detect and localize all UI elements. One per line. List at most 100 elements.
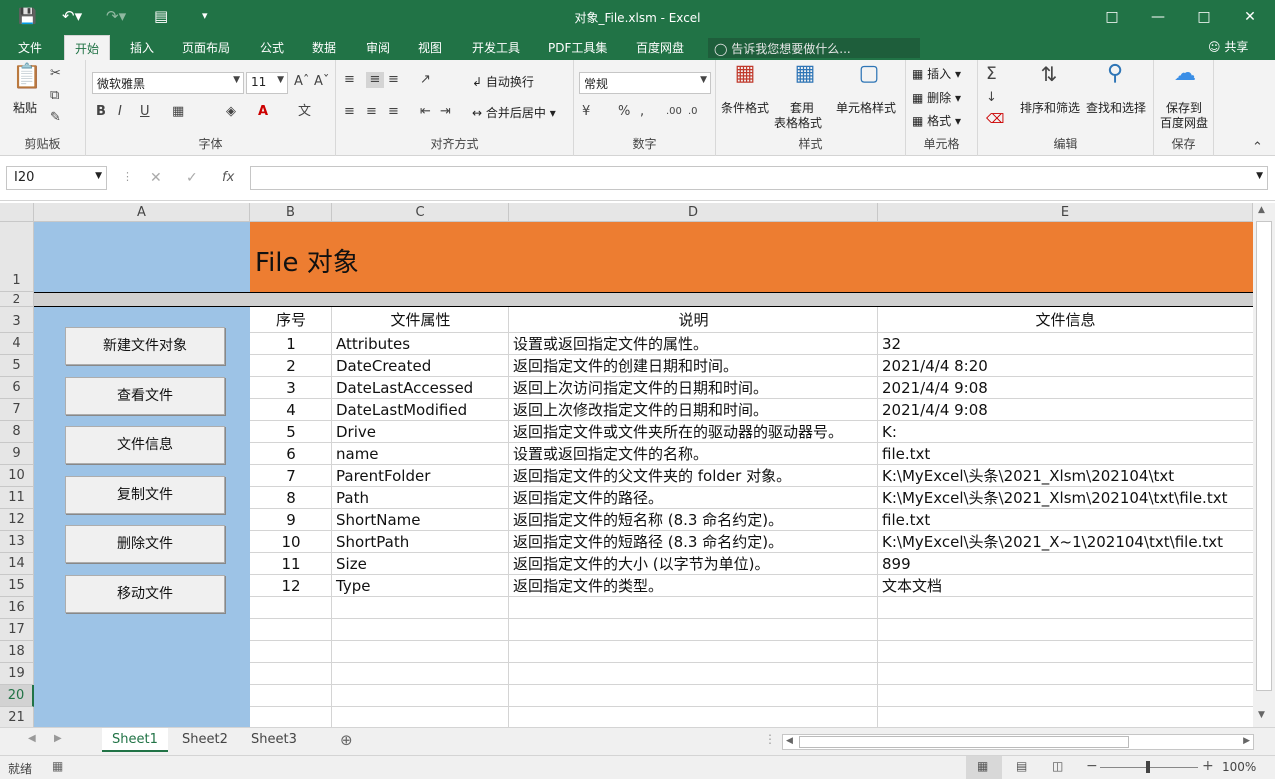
fill-icon[interactable]: ↓: [986, 90, 997, 106]
row-property[interactable]: DateLastModified: [332, 399, 509, 421]
row-header[interactable]: 2: [0, 292, 34, 307]
scroll-thumb[interactable]: [1256, 221, 1272, 691]
row-index[interactable]: 9: [250, 509, 332, 531]
row-description[interactable]: 返回指定文件的创建日期和时间。: [509, 355, 878, 377]
row-index[interactable]: 1: [250, 333, 332, 355]
cell-styles-button[interactable]: 单元格样式: [836, 100, 896, 116]
maximize-icon[interactable]: □: [1184, 4, 1224, 30]
row-header[interactable]: 19: [0, 663, 34, 685]
row-header[interactable]: 13: [0, 531, 34, 553]
row-property[interactable]: name: [332, 443, 509, 465]
row-property[interactable]: Attributes: [332, 333, 509, 355]
grow-font-icon[interactable]: Aˆ: [294, 74, 309, 90]
row-index[interactable]: 2: [250, 355, 332, 377]
scroll-up-icon[interactable]: ▲: [1258, 205, 1265, 215]
row-index[interactable]: 11: [250, 553, 332, 575]
font-name-combo[interactable]: 微软雅黑 ▼: [92, 72, 244, 94]
scroll-down-icon[interactable]: ▼: [1258, 710, 1265, 720]
conditional-format-button[interactable]: 条件格式: [721, 100, 769, 116]
row-property[interactable]: Type: [332, 575, 509, 597]
tell-me-search[interactable]: ◯ 告诉我您想要做什么...: [708, 38, 920, 58]
tab-developer[interactable]: 开发工具: [472, 39, 520, 56]
underline-icon[interactable]: U: [140, 104, 150, 120]
cut-icon[interactable]: ✂: [50, 66, 61, 82]
delete-cells-button[interactable]: ▦ 删除 ▾: [912, 90, 961, 106]
header-file-info[interactable]: 文件信息: [878, 309, 1253, 331]
italic-icon[interactable]: I: [118, 104, 122, 120]
font-size-combo[interactable]: 11 ▼: [246, 72, 288, 94]
row-header[interactable]: 12: [0, 509, 34, 531]
scroll-left-icon[interactable]: ◀: [786, 736, 793, 746]
align-right-icon[interactable]: ≡: [388, 104, 399, 120]
horizontal-scroll-thumb[interactable]: [799, 736, 1129, 748]
row-index[interactable]: 5: [250, 421, 332, 443]
row-file-info[interactable]: 2021/4/4 9:08: [878, 399, 1253, 421]
tab-pdf-tools[interactable]: PDF工具集: [548, 39, 607, 56]
format-cells-button[interactable]: ▦ 格式 ▾: [912, 113, 961, 129]
row-property[interactable]: ShortPath: [332, 531, 509, 553]
horizontal-scrollbar[interactable]: ◀ ▶: [782, 734, 1254, 750]
row-file-info[interactable]: 899: [878, 553, 1253, 575]
wrap-text-button[interactable]: ↲ 自动换行: [472, 74, 534, 90]
align-middle-icon[interactable]: ≡: [366, 72, 384, 88]
insert-cells-button[interactable]: ▦ 插入 ▾: [912, 66, 961, 82]
comma-icon[interactable]: ,: [640, 104, 644, 120]
row-file-info[interactable]: K:: [878, 421, 1253, 443]
borders-icon[interactable]: ▦: [172, 104, 184, 120]
cancel-icon[interactable]: ✕: [150, 170, 162, 186]
row-description[interactable]: 设置或返回指定文件的属性。: [509, 333, 878, 355]
autosum-icon[interactable]: Σ: [986, 66, 997, 83]
page-layout-icon[interactable]: ▤: [1016, 759, 1027, 773]
scroll-right-icon[interactable]: ▶: [1243, 736, 1250, 746]
phonetic-icon[interactable]: 文: [298, 104, 311, 120]
row-header[interactable]: 4: [0, 333, 34, 355]
row-file-info[interactable]: file.txt: [878, 443, 1253, 465]
row-header-selected[interactable]: 20: [0, 685, 34, 707]
sheet-tab-sheet1[interactable]: Sheet1: [102, 728, 168, 752]
name-box[interactable]: I20 ▼: [6, 166, 107, 190]
tab-formulas[interactable]: 公式: [260, 39, 284, 56]
row-file-info[interactable]: file.txt: [878, 509, 1253, 531]
fx-icon[interactable]: fx: [222, 170, 234, 185]
normal-view-button[interactable]: ▦: [966, 756, 1002, 779]
find-select-button[interactable]: 查找和选择: [1086, 100, 1146, 116]
row-header[interactable]: 10: [0, 465, 34, 487]
row-index[interactable]: 10: [250, 531, 332, 553]
row-property[interactable]: ParentFolder: [332, 465, 509, 487]
row-header[interactable]: 9: [0, 443, 34, 465]
row-property[interactable]: DateCreated: [332, 355, 509, 377]
decrease-indent-icon[interactable]: ⇤: [420, 104, 431, 120]
merge-center-button[interactable]: ↔ 合并后居中 ▾: [472, 105, 556, 121]
row-description[interactable]: 返回指定文件的短名称 (8.3 命名约定)。: [509, 509, 878, 531]
currency-icon[interactable]: ¥: [582, 104, 590, 120]
copy-icon[interactable]: ⧉: [50, 88, 59, 104]
select-all-corner[interactable]: [0, 203, 34, 222]
row-header[interactable]: 16: [0, 597, 34, 619]
tab-view[interactable]: 视图: [418, 39, 442, 56]
copy-file-button[interactable]: 复制文件: [65, 476, 225, 514]
share-button[interactable]: ☺ 共享: [1208, 38, 1248, 55]
column-header-e[interactable]: E: [878, 203, 1253, 222]
row-header[interactable]: 8: [0, 421, 34, 443]
add-sheet-icon[interactable]: ⊕: [340, 731, 353, 749]
tab-file[interactable]: 文件: [18, 39, 42, 56]
vertical-scrollbar[interactable]: ▲ ▼: [1253, 203, 1275, 727]
macro-record-icon[interactable]: ▦: [52, 759, 63, 773]
minimize-icon[interactable]: —: [1138, 4, 1178, 30]
row-property[interactable]: Drive: [332, 421, 509, 443]
cell-a1[interactable]: [34, 222, 250, 292]
row-header[interactable]: 3: [0, 307, 34, 333]
close-icon[interactable]: ✕: [1230, 4, 1270, 30]
header-description[interactable]: 说明: [509, 309, 878, 331]
row-index[interactable]: 3: [250, 377, 332, 399]
row-description[interactable]: 返回指定文件的父文件夹的 folder 对象。: [509, 465, 878, 487]
move-file-button[interactable]: 移动文件: [65, 575, 225, 613]
shrink-font-icon[interactable]: Aˇ: [314, 74, 329, 90]
font-color-icon[interactable]: A: [258, 104, 268, 120]
row-file-info[interactable]: 文本文档: [878, 575, 1253, 597]
tab-page-layout[interactable]: 页面布局: [182, 39, 230, 56]
percent-icon[interactable]: %: [618, 104, 630, 120]
row-index[interactable]: 7: [250, 465, 332, 487]
align-bottom-icon[interactable]: ≡: [388, 72, 399, 88]
row-property[interactable]: ShortName: [332, 509, 509, 531]
